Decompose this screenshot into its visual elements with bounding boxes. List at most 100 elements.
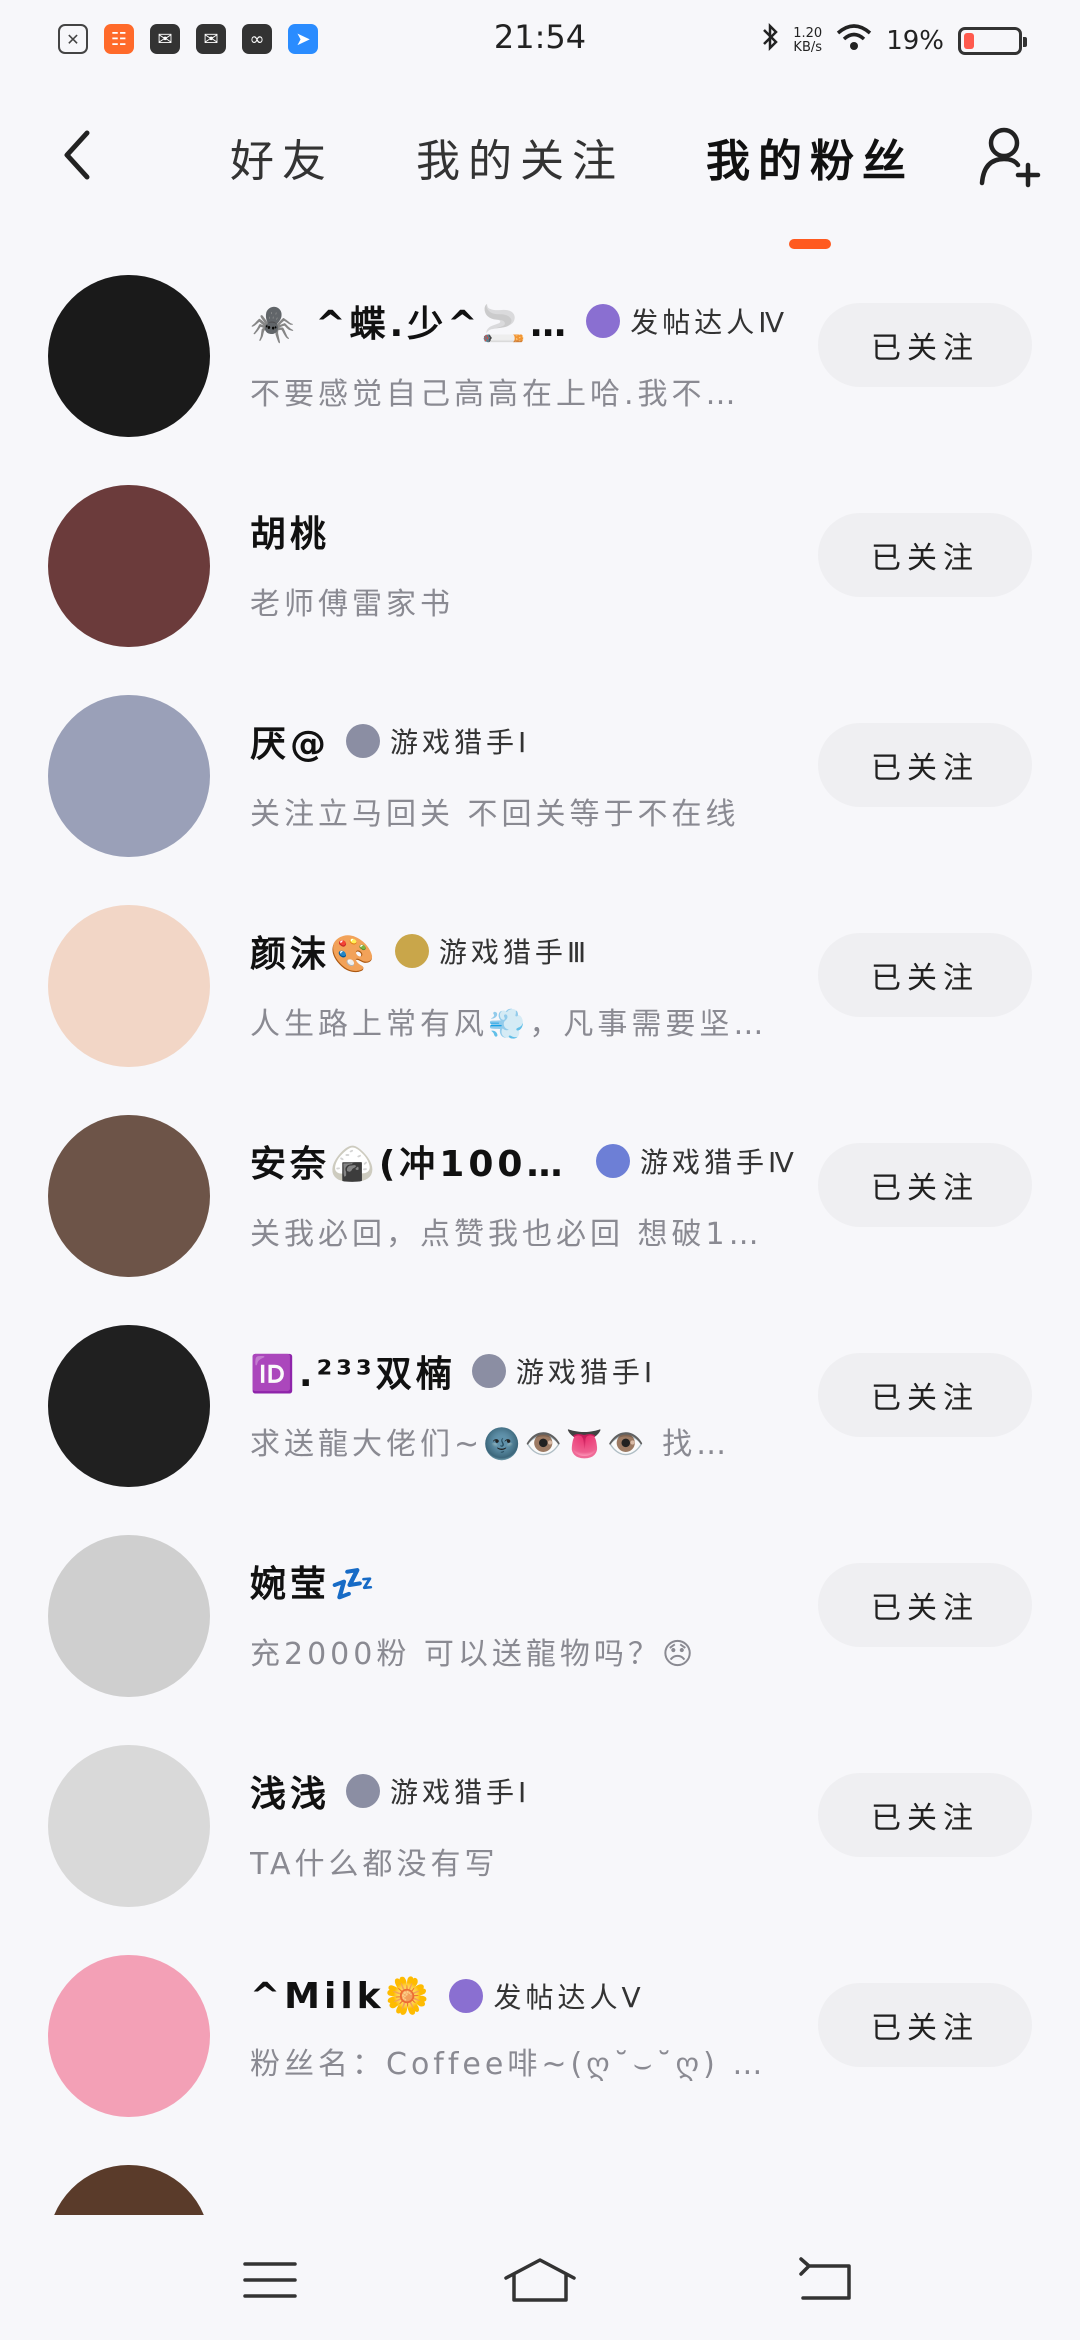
followed-button[interactable]: 已关注: [818, 1563, 1032, 1647]
badge-icon: [596, 1144, 630, 1178]
bluetooth-icon: [761, 22, 779, 59]
follower-row[interactable]: 颜沫🎨 游戏猎手Ⅲ 人生路上常有风💨，凡事需要坚… 已关注: [0, 895, 1080, 1105]
follower-row[interactable]: 婉莹💤 充2000粉 可以送龍物吗？😞 已关注: [0, 1525, 1080, 1735]
follower-bio: 求送龍大佬们~🌚👁️👅👁️ 找…: [250, 1427, 731, 1462]
follower-info: 安奈🍙(冲1000… 游戏猎手Ⅳ 关我必回，点赞我也必回 想破10…: [250, 1135, 810, 1253]
name-line: 厌@ 游戏猎手Ⅰ: [250, 715, 810, 767]
follower-name[interactable]: 🕷️ ^蝶.少^🚬…: [250, 295, 570, 347]
follower-info: 胡桃 老师傅雷家书: [250, 505, 810, 623]
network-speed-value: 1.20: [793, 25, 823, 41]
name-line: 安奈🍙(冲1000… 游戏猎手Ⅳ: [250, 1135, 810, 1187]
follower-name[interactable]: 婉莹💤: [250, 1555, 379, 1607]
badge-label: 游戏猎手Ⅰ: [390, 1776, 531, 1809]
follower-info: 🆔.²³³双楠 游戏猎手Ⅰ 求送龍大佬们~🌚👁️👅👁️ 找…: [250, 1345, 810, 1463]
user-badge[interactable]: 发帖达人Ⅳ: [586, 301, 788, 341]
follower-row[interactable]: 🆔.²³³双楠 游戏猎手Ⅰ 求送龍大佬们~🌚👁️👅👁️ 找… 已关注: [0, 1315, 1080, 1525]
tab-followers[interactable]: 我的粉丝: [706, 125, 914, 249]
user-badge[interactable]: 发帖达人Ⅴ: [449, 1976, 644, 2016]
tab-friends[interactable]: 好友: [230, 125, 334, 189]
follower-name[interactable]: 厌@: [250, 715, 330, 767]
followed-button[interactable]: 已关注: [818, 723, 1032, 807]
follower-bio: 人生路上常有风💨，凡事需要坚…: [250, 1007, 768, 1042]
follower-name[interactable]: 安奈🍙(冲1000…: [250, 1135, 580, 1187]
header: 好友 我的关注 我的粉丝: [0, 80, 1080, 249]
avatar[interactable]: [48, 485, 210, 647]
avatar[interactable]: [48, 695, 210, 857]
follower-bio: 粉丝名：Coffee啡~(ღ˘⌣˘ღ) 有…: [250, 2047, 780, 2082]
badge-icon: [586, 304, 621, 338]
add-friend-button[interactable]: [974, 116, 1046, 196]
follower-row[interactable]: ^Milk🌼 发帖达人Ⅴ 粉丝名：Coffee啡~(ღ˘⌣˘ღ) 有… 已关注: [0, 1945, 1080, 2155]
followers-list: 🕷️ ^蝶.少^🚬… 发帖达人Ⅳ 不要感觉自己高高在上哈.我不… 已关注 胡桃 …: [0, 265, 1080, 2215]
follower-bio: TA什么都没有写: [250, 1847, 499, 1882]
add-user-icon: [979, 127, 1041, 188]
follower-row[interactable]: 胡桃 老师傅雷家书 已关注: [0, 475, 1080, 685]
user-badge[interactable]: 游戏猎手Ⅰ: [346, 1771, 530, 1811]
chevron-left-icon: [64, 130, 90, 180]
badge-label: 发帖达人Ⅳ: [630, 306, 789, 339]
follower-info: 🕷️ ^蝶.少^🚬… 发帖达人Ⅳ 不要感觉自己高高在上哈.我不…: [250, 295, 810, 413]
menu-button[interactable]: [230, 2245, 310, 2315]
badge-label: 游戏猎手Ⅰ: [515, 1356, 657, 1389]
follower-row[interactable]: 厌@ 游戏猎手Ⅰ 关注立马回关 不回关等于不在线 已关注: [0, 685, 1080, 895]
badge-label: 游戏猎手Ⅰ: [390, 726, 531, 759]
avatar[interactable]: [48, 275, 210, 437]
followed-button[interactable]: 已关注: [818, 1143, 1032, 1227]
follower-row[interactable]: 浅浅 游戏猎手Ⅰ TA什么都没有写 已关注: [0, 1735, 1080, 1945]
follower-row[interactable]: 🕷️ ^蝶.少^🚬… 发帖达人Ⅳ 不要感觉自己高高在上哈.我不… 已关注: [0, 265, 1080, 475]
followed-button[interactable]: 已关注: [818, 1773, 1032, 1857]
avatar[interactable]: [48, 1955, 210, 2117]
menu-icon: [243, 2262, 297, 2298]
name-line: 婉莹💤: [250, 1555, 810, 1607]
name-line: 浅浅 游戏猎手Ⅰ: [250, 1765, 810, 1817]
follower-bio: 充2000粉 可以送龍物吗？😞: [250, 1637, 698, 1672]
follower-name[interactable]: ^Milk🌼: [250, 1975, 433, 2017]
system-nav-bar: [0, 2215, 1080, 2340]
badge-icon: [449, 1979, 484, 2013]
name-line: 🆔.²³³双楠 游戏猎手Ⅰ: [250, 1345, 810, 1397]
followed-button[interactable]: 已关注: [818, 513, 1032, 597]
avatar[interactable]: [48, 1745, 210, 1907]
follower-info: 厌@ 游戏猎手Ⅰ 关注立马回关 不回关等于不在线: [250, 715, 810, 833]
active-tab-indicator: [789, 239, 831, 249]
badge-icon: [471, 1354, 506, 1388]
home-button[interactable]: [500, 2245, 580, 2315]
badge-label: 发帖达人Ⅴ: [493, 1981, 645, 2014]
user-badge[interactable]: 游戏猎手Ⅳ: [596, 1141, 798, 1181]
followed-button[interactable]: 已关注: [818, 303, 1032, 387]
avatar[interactable]: [48, 1535, 210, 1697]
tab-followers-label: 我的粉丝: [706, 136, 914, 187]
battery-icon: [958, 26, 1027, 55]
follower-name[interactable]: 浅浅: [250, 1765, 330, 1817]
follower-name[interactable]: 颜沫🎨: [250, 925, 379, 977]
follower-info: 颜沫🎨 游戏猎手Ⅲ 人生路上常有风💨，凡事需要坚…: [250, 925, 810, 1043]
badge-icon: [346, 724, 381, 758]
battery-percent: 19%: [886, 25, 944, 56]
avatar[interactable]: [48, 2165, 210, 2215]
name-line: 胡桃: [250, 505, 810, 557]
follower-info: 浅浅 游戏猎手Ⅰ TA什么都没有写: [250, 1765, 810, 1883]
follower-name[interactable]: 胡桃: [250, 505, 330, 557]
home-icon: [504, 2258, 576, 2302]
follower-name[interactable]: 🆔.²³³双楠: [250, 1345, 456, 1397]
followed-button[interactable]: 已关注: [818, 933, 1032, 1017]
avatar[interactable]: [48, 905, 210, 1067]
avatar[interactable]: [48, 1325, 210, 1487]
wifi-icon: [836, 23, 872, 58]
tab-following[interactable]: 我的关注: [416, 125, 624, 189]
back-nav-button[interactable]: [785, 2245, 865, 2315]
followed-button[interactable]: 已关注: [818, 1983, 1032, 2067]
name-line: 🕷️ ^蝶.少^🚬… 发帖达人Ⅳ: [250, 295, 810, 347]
follower-info: [250, 2185, 810, 2207]
avatar[interactable]: [48, 1115, 210, 1277]
user-badge[interactable]: 游戏猎手Ⅲ: [394, 931, 590, 971]
name-line: ^Milk🌼 发帖达人Ⅴ: [250, 1975, 810, 2017]
follower-row[interactable]: 安奈🍙(冲1000… 游戏猎手Ⅳ 关我必回，点赞我也必回 想破10… 已关注: [0, 1105, 1080, 1315]
network-speed-unit: KB/s: [793, 39, 823, 55]
user-badge[interactable]: 游戏猎手Ⅰ: [346, 721, 530, 761]
user-badge[interactable]: 游戏猎手Ⅰ: [471, 1351, 657, 1391]
follower-bio: 老师傅雷家书: [250, 587, 454, 622]
follower-row[interactable]: [0, 2155, 1080, 2215]
back-button[interactable]: [46, 120, 106, 190]
followed-button[interactable]: 已关注: [818, 1353, 1032, 1437]
